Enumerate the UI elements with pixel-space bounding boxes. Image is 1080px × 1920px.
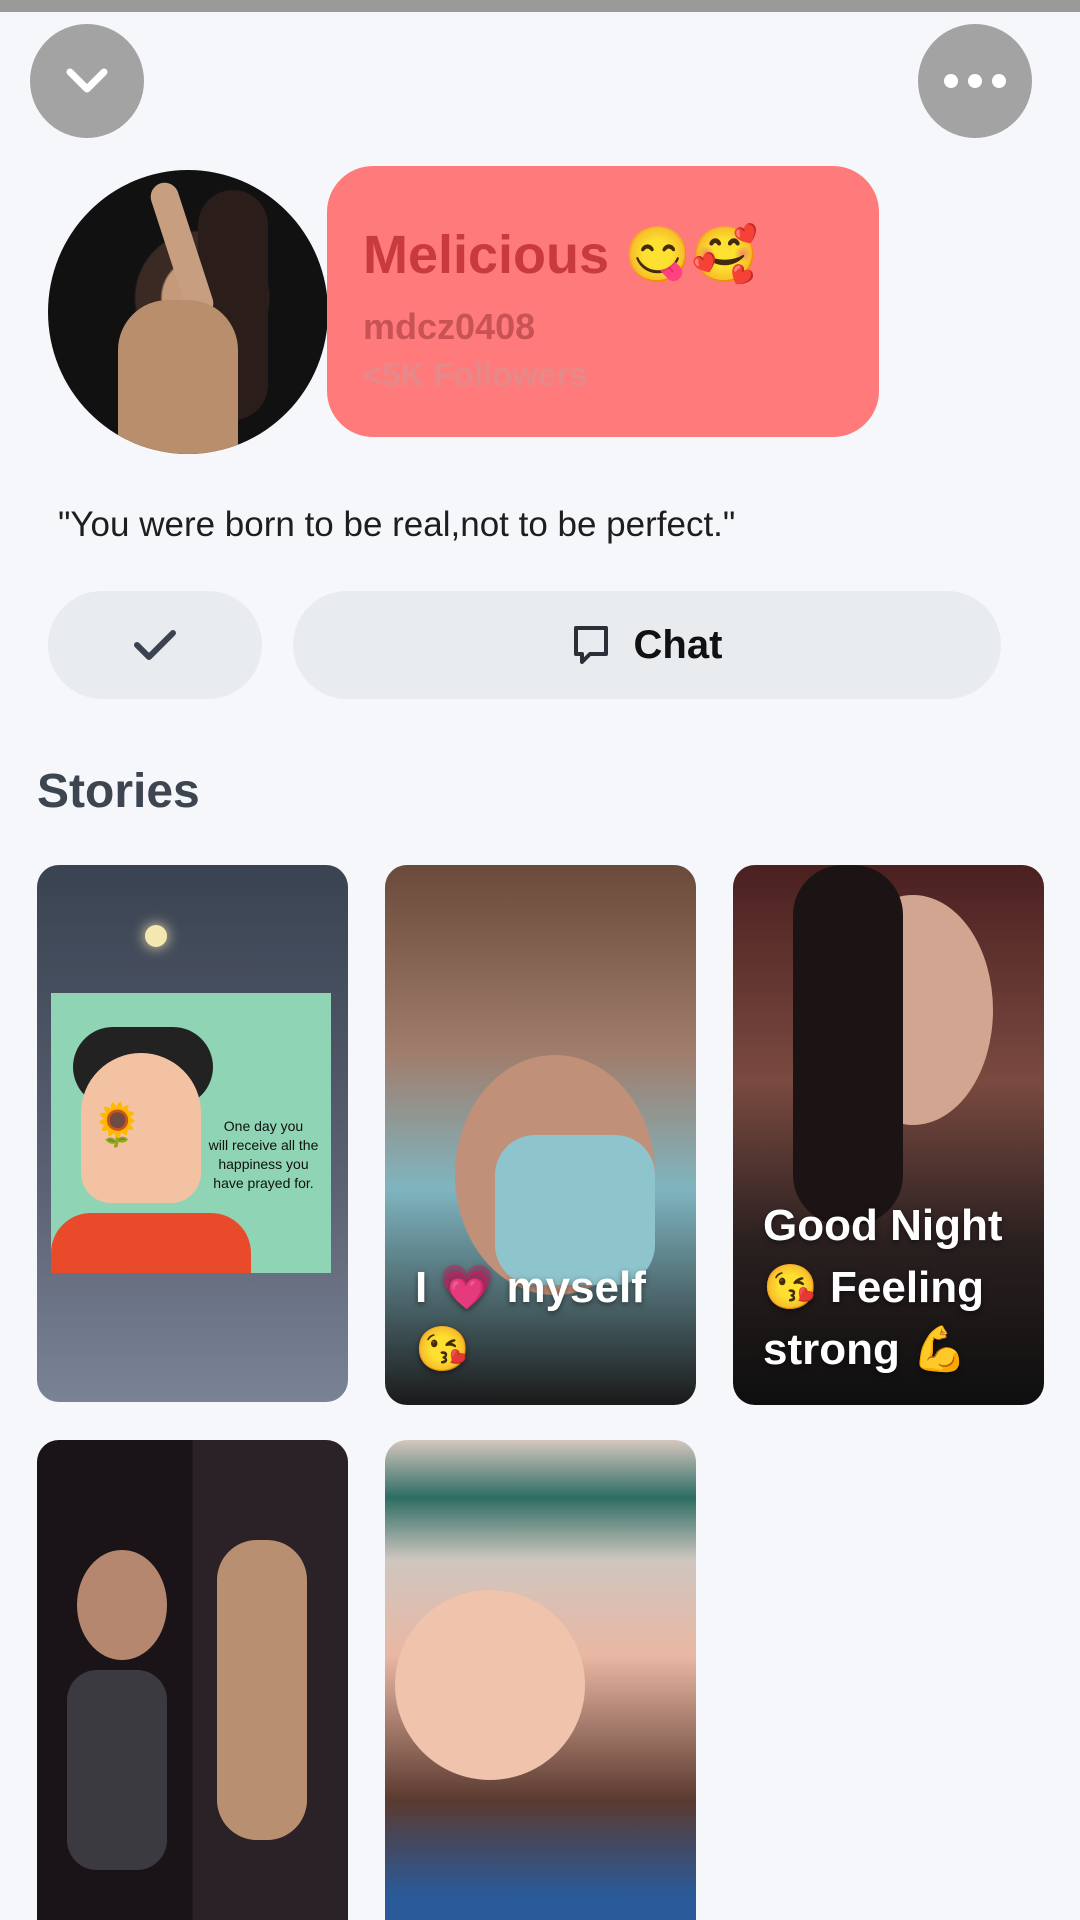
chat-button-label: Chat: [633, 622, 723, 667]
profile-bio: "You were born to be real,not to be perf…: [58, 505, 736, 544]
follower-count: <5K Followers: [363, 356, 588, 393]
story-tile[interactable]: [37, 1440, 348, 1920]
added-friend-button[interactable]: [48, 591, 262, 699]
checkmark-icon: [134, 630, 176, 660]
poster-quote: One day you will receive all the happine…: [208, 1118, 319, 1191]
sunflower-icon: 🌻: [91, 1101, 144, 1148]
profile-username: mdcz0408: [363, 306, 536, 347]
story-tile[interactable]: 🌻 One day you will receive all the happi…: [37, 865, 348, 1402]
stories-section-title: Stories: [37, 765, 200, 818]
chat-bubble-icon: [573, 626, 608, 664]
profile-avatar[interactable]: [48, 170, 328, 454]
story-caption: I 💗 myself 😘: [415, 1263, 646, 1374]
story-tile[interactable]: [385, 1440, 696, 1920]
status-bar-strip: [0, 0, 1080, 12]
profile-info-card: Melicious 😋🥰 mdcz0408 <5K Followers: [327, 166, 879, 437]
chat-button[interactable]: Chat: [293, 591, 1001, 699]
chevron-down-icon: [66, 68, 108, 93]
more-options-button[interactable]: [918, 24, 1032, 138]
story-tile[interactable]: Good Night 😘 Feeling strong 💪: [733, 865, 1044, 1405]
more-horizontal-icon: [944, 74, 1006, 88]
moon-glow: [145, 925, 167, 947]
story-poster: 🌻 One day you will receive all the happi…: [51, 993, 331, 1273]
collapse-button[interactable]: [30, 24, 144, 138]
story-tile[interactable]: I 💗 myself 😘: [385, 865, 696, 1405]
profile-display-name: Melicious 😋🥰: [363, 225, 759, 285]
story-caption: Good Night 😘 Feeling strong 💪: [763, 1201, 1003, 1374]
